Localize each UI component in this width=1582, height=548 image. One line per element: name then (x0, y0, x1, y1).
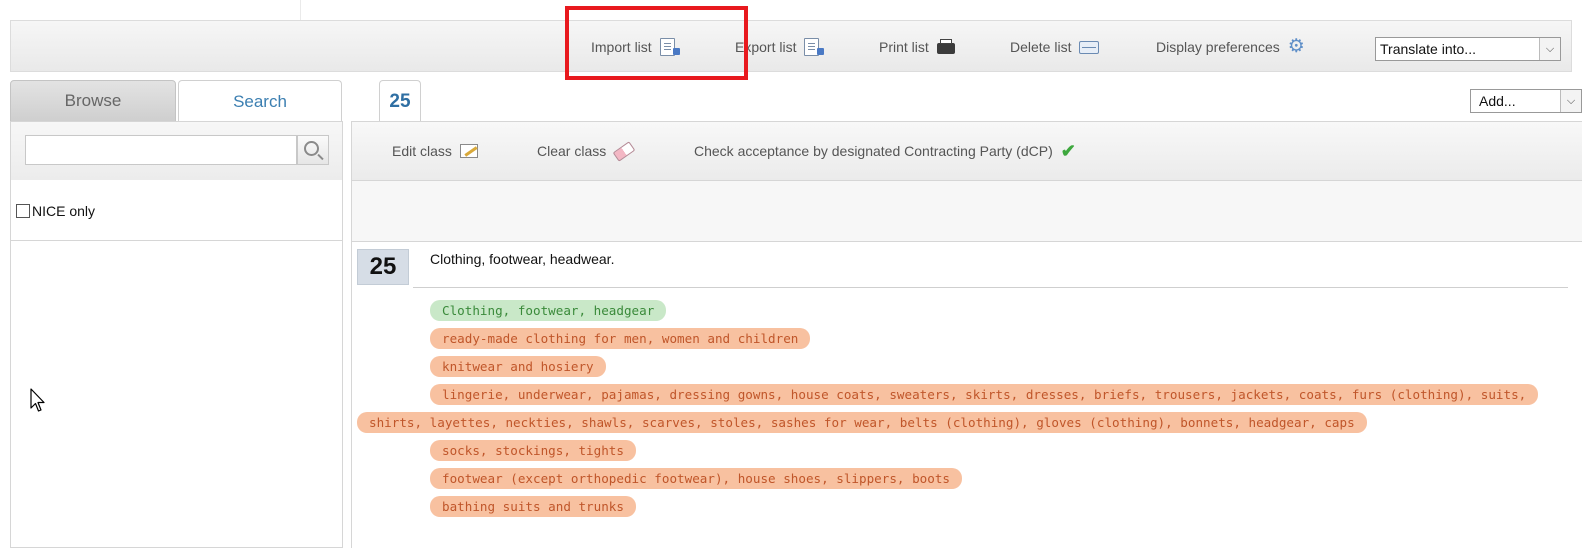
blank-row (352, 181, 1582, 242)
search-input[interactable] (25, 135, 297, 165)
list-item: footwear (except orthopedic footwear), h… (357, 465, 1562, 493)
clear-class-label: Clear class (537, 143, 607, 159)
check-acceptance-button[interactable]: Check acceptance by designated Contracti… (694, 122, 1076, 180)
add-select[interactable]: Add... ⌵ (1470, 89, 1582, 113)
print-list-button[interactable]: Print list (879, 21, 955, 73)
divider (300, 0, 301, 20)
term-chip[interactable]: knitwear and hosiery (430, 356, 606, 377)
search-button[interactable] (297, 135, 329, 165)
divider (413, 287, 1568, 288)
list-toolbar: Import list Export list Print list Delet… (10, 20, 1572, 72)
import-list-button[interactable]: Import list (591, 21, 680, 73)
check-acceptance-label: Check acceptance by designated Contracti… (694, 143, 1053, 159)
delete-list-label: Delete list (1010, 39, 1072, 55)
mouse-cursor-icon (30, 388, 45, 412)
nice-filter-area: NICE only (11, 180, 342, 241)
top-strip (0, 0, 1582, 20)
search-icon (304, 141, 319, 156)
clear-class-button[interactable]: Clear class (537, 122, 636, 180)
edit-class-button[interactable]: Edit class (392, 122, 478, 180)
class-number-badge: 25 (357, 249, 409, 285)
edit-class-label: Edit class (392, 143, 452, 159)
class-toolbar: Edit class Clear class Check acceptance … (352, 122, 1582, 181)
tab-class-25[interactable]: 25 (379, 80, 421, 122)
export-list-button[interactable]: Export list (735, 21, 825, 73)
class-heading: Clothing, footwear, headwear. (430, 251, 615, 267)
display-preferences-button[interactable]: Display preferences ⚙ (1156, 21, 1305, 73)
list-item: lingerie, underwear, pajamas, dressing g… (357, 381, 1562, 437)
term-chip[interactable]: ready-made clothing for men, women and c… (430, 328, 811, 349)
term-chip[interactable]: bathing suits and trunks (430, 496, 636, 517)
printer-icon (936, 39, 955, 54)
add-selected-value: Add... (1479, 93, 1516, 109)
list-item: Clothing, footwear, headgear (357, 297, 1562, 325)
term-chip[interactable]: footwear (except orthopedic footwear), h… (430, 468, 962, 489)
term-chip[interactable]: socks, stockings, tights (430, 440, 636, 461)
list-item: socks, stockings, tights (357, 437, 1562, 465)
translate-selected-value: Translate into... (1380, 41, 1476, 57)
tab-browse[interactable]: Browse (10, 80, 176, 122)
print-list-label: Print list (879, 39, 929, 55)
delete-tray-icon (1079, 40, 1100, 54)
nice-only-checkbox[interactable]: NICE only (16, 203, 95, 219)
translate-into-select[interactable]: Translate into... ⌵ (1375, 37, 1561, 61)
import-document-icon (659, 38, 680, 56)
tab-search[interactable]: Search (178, 80, 342, 122)
export-document-icon (804, 38, 825, 56)
gear-icon: ⚙ (1287, 36, 1305, 57)
chevron-down-icon[interactable]: ⌵ (1539, 38, 1560, 60)
checkmark-icon: ✔ (1060, 140, 1076, 161)
delete-list-button[interactable]: Delete list (1010, 21, 1100, 73)
term-list: Clothing, footwear, headgear ready-made … (357, 297, 1562, 521)
term-chip[interactable]: Clothing, footwear, headgear (430, 300, 667, 321)
search-area (11, 121, 342, 181)
checkbox-box[interactable] (16, 204, 30, 218)
term-chip[interactable]: lingerie, underwear, pajamas, dressing g… (357, 384, 1539, 433)
chevron-down-icon[interactable]: ⌵ (1560, 90, 1581, 112)
nice-only-label: NICE only (32, 203, 96, 219)
list-item: ready-made clothing for men, women and c… (357, 325, 1562, 353)
eraser-icon (612, 140, 636, 162)
left-panel: NICE only (10, 121, 343, 548)
list-item: knitwear and hosiery (357, 353, 1562, 381)
edit-pencil-icon (459, 144, 478, 158)
list-item: bathing suits and trunks (357, 493, 1562, 521)
import-list-label: Import list (591, 39, 652, 55)
display-preferences-label: Display preferences (1156, 39, 1280, 55)
export-list-label: Export list (735, 39, 797, 55)
